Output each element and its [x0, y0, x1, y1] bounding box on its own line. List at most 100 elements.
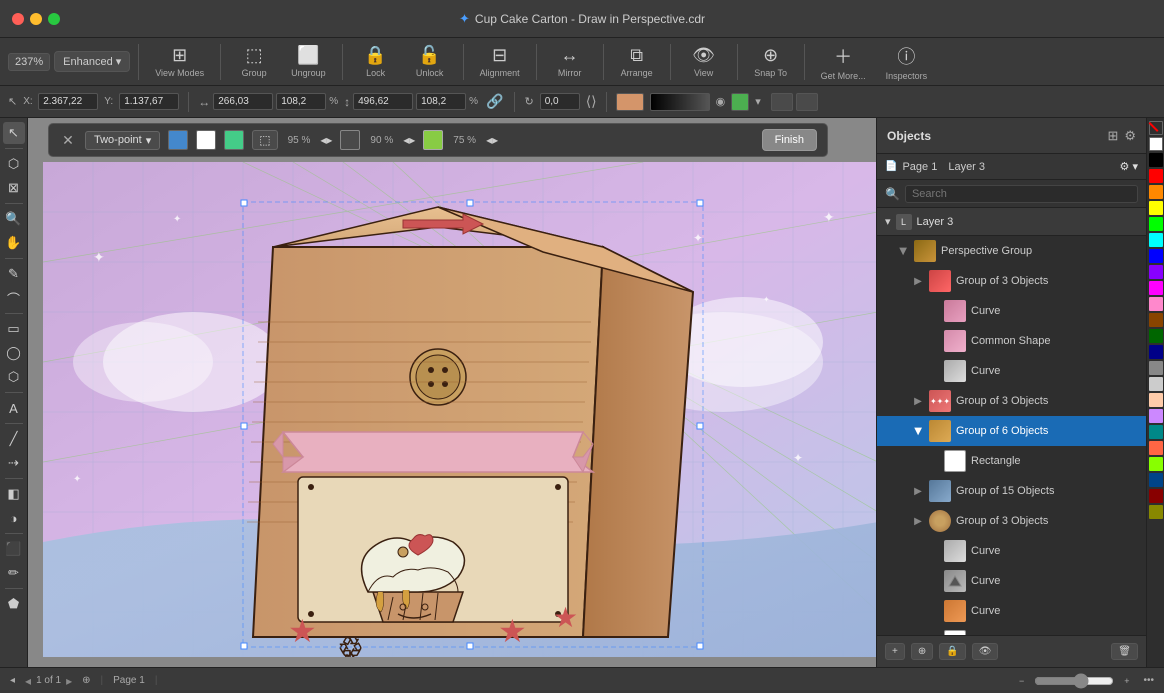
get-more-button[interactable]: ＋ Get More...	[813, 39, 874, 85]
zoom-input[interactable]: 237%	[8, 53, 50, 71]
tree-item-group6[interactable]: ▶ Group of 6 Objects	[877, 416, 1146, 446]
tree-item-group3-cookie[interactable]: ▶ Group of 3 Objects	[877, 506, 1146, 536]
finish-button[interactable]: Finish	[762, 129, 817, 151]
add-page-icon[interactable]: ⊕	[82, 675, 90, 686]
close-button[interactable]	[12, 13, 24, 25]
canvas-area[interactable]: ✕ Two-point ▾ ⬚ 95 % ◂▸ 90 % ◂▸ 75 % ◂▸ …	[28, 118, 876, 667]
palette-color-teal[interactable]	[1149, 425, 1163, 439]
palette-color-red[interactable]	[1149, 169, 1163, 183]
group6-chevron[interactable]: ▶	[913, 425, 924, 437]
inspectors-button[interactable]: ⓘ Inspectors	[878, 39, 936, 85]
palette-color-brown[interactable]	[1149, 313, 1163, 327]
search-input[interactable]	[905, 185, 1138, 203]
prev-page-btn[interactable]: ◂	[25, 674, 31, 688]
crop-tool[interactable]: ⊠	[3, 177, 25, 199]
grid-view-btn2[interactable]	[796, 93, 818, 111]
height-input[interactable]	[353, 93, 413, 110]
zoom-slider[interactable]	[1034, 673, 1114, 689]
palette-color-coral[interactable]	[1149, 441, 1163, 455]
connector-tool[interactable]: ⇢	[3, 452, 25, 474]
add-layer-button[interactable]: ⊕	[911, 643, 933, 660]
more-options-btn[interactable]: •••	[1143, 675, 1154, 686]
panel-settings-icon[interactable]: ⚙	[1124, 128, 1136, 144]
fill-tool[interactable]: ⬛	[3, 538, 25, 560]
transparency-tool[interactable]: ◑	[3, 507, 25, 529]
palette-color-cyan[interactable]	[1149, 233, 1163, 247]
palette-color-blue[interactable]	[1149, 249, 1163, 263]
grid-color-4[interactable]	[340, 130, 360, 150]
zoom-tool[interactable]: 🔍	[3, 208, 25, 230]
fill-color-swatch[interactable]	[616, 93, 644, 111]
tree-item-perspective-group[interactable]: ▶ Perspective Group	[877, 236, 1146, 266]
perspective-type-selector[interactable]: Two-point ▾	[85, 131, 160, 150]
palette-color-white[interactable]	[1149, 137, 1163, 151]
alignment-button[interactable]: ⊟ Alignment	[472, 41, 528, 82]
tree-item-group15[interactable]: ▶ Group of 15 Objects	[877, 476, 1146, 506]
color-eyedropper[interactable]: ✏	[3, 562, 25, 584]
grid-color-3[interactable]	[224, 130, 244, 150]
select-tool[interactable]: ↖	[3, 122, 25, 144]
palette-color-olive[interactable]	[1149, 505, 1163, 519]
layer-chevron-icon[interactable]: ▾	[1132, 161, 1138, 173]
palette-color-green[interactable]	[1149, 217, 1163, 231]
node-tool[interactable]: ⬡	[3, 153, 25, 175]
tree-item-group3-1[interactable]: ▶ Group of 3 Objects	[877, 266, 1146, 296]
width-input[interactable]	[213, 93, 273, 110]
palette-color-lavender[interactable]	[1149, 409, 1163, 423]
color-swatch-2[interactable]	[731, 93, 749, 111]
color-bar[interactable]	[650, 93, 710, 111]
opacity-arrows3[interactable]: ◂▸	[486, 133, 498, 147]
tree-item-common-shape[interactable]: ▶ Common Shape	[877, 326, 1146, 356]
rectangle-tool[interactable]: ▭	[3, 318, 25, 340]
group3-cookie-chevron[interactable]: ▶	[912, 516, 924, 527]
next-page-btn[interactable]: ▸	[66, 674, 72, 688]
x-input[interactable]	[38, 93, 98, 110]
unlock-button[interactable]: 🔓 Unlock	[405, 41, 455, 82]
proportional-lock-icon[interactable]: 🔗	[484, 91, 505, 112]
tree-item-rect1[interactable]: ▶ Rectangle	[877, 446, 1146, 476]
view-modes-button[interactable]: ⊞ View Modes	[147, 41, 212, 82]
layer3-header[interactable]: ▾ L Layer 3	[877, 208, 1146, 236]
tree-item-curve2[interactable]: ▶ Curve	[877, 356, 1146, 386]
palette-color-yellow[interactable]	[1149, 201, 1163, 215]
palette-color-magenta[interactable]	[1149, 281, 1163, 295]
pan-tool[interactable]: ✋	[3, 232, 25, 254]
grid-shape-btn[interactable]: ⬚	[252, 130, 277, 150]
grid-color-5[interactable]	[423, 130, 443, 150]
color-picker-icon[interactable]: ◉	[716, 95, 726, 108]
height-pct-input[interactable]	[416, 93, 466, 110]
palette-color-maroon[interactable]	[1149, 489, 1163, 503]
group-button[interactable]: ⬚ Group	[229, 41, 279, 82]
grid-view-btn1[interactable]	[771, 93, 793, 111]
shadow-tool[interactable]: ◧	[3, 483, 25, 505]
text-tool[interactable]: A	[3, 397, 25, 419]
group3-stars-chevron[interactable]: ▶	[912, 396, 924, 407]
maximize-button[interactable]	[48, 13, 60, 25]
palette-color-orange[interactable]	[1149, 185, 1163, 199]
ungroup-button[interactable]: ⬜ Ungroup	[283, 41, 334, 82]
palette-color-light-gray[interactable]	[1149, 377, 1163, 391]
opacity-arrows2[interactable]: ◂▸	[403, 133, 415, 147]
minimize-button[interactable]	[30, 13, 42, 25]
mirror-button[interactable]: ↔ Mirror	[545, 41, 595, 82]
snap-to-button[interactable]: ⊕ Snap To	[746, 41, 796, 82]
layer-gear-icon[interactable]: ⚙	[1120, 161, 1130, 173]
palette-color-gray[interactable]	[1149, 361, 1163, 375]
palette-color-dark-blue[interactable]	[1149, 345, 1163, 359]
enhanced-button[interactable]: Enhanced ▾	[54, 51, 130, 72]
grid-color-1[interactable]	[168, 130, 188, 150]
lock-button[interactable]: 🔒 Lock	[351, 41, 401, 82]
lock-layer-button[interactable]: 🔒	[939, 643, 965, 660]
tree-item-rect2[interactable]: ▶ Rectangle	[877, 626, 1146, 635]
panel-expand-icon[interactable]: ⊞	[1107, 128, 1118, 144]
polygon-tool[interactable]: ⬡	[3, 366, 25, 388]
group15-chevron[interactable]: ▶	[912, 486, 924, 497]
freehand-tool[interactable]: ✎	[3, 263, 25, 285]
tree-item-curve5[interactable]: ▶ Curve	[877, 596, 1146, 626]
close-perspective-button[interactable]: ✕	[59, 131, 77, 149]
hide-layer-button[interactable]: 👁	[972, 643, 999, 660]
palette-color-black[interactable]	[1149, 153, 1163, 167]
perspective-group-chevron[interactable]: ▶	[898, 245, 909, 257]
palette-color-lime[interactable]	[1149, 457, 1163, 471]
line-tool[interactable]: ╱	[3, 428, 25, 450]
